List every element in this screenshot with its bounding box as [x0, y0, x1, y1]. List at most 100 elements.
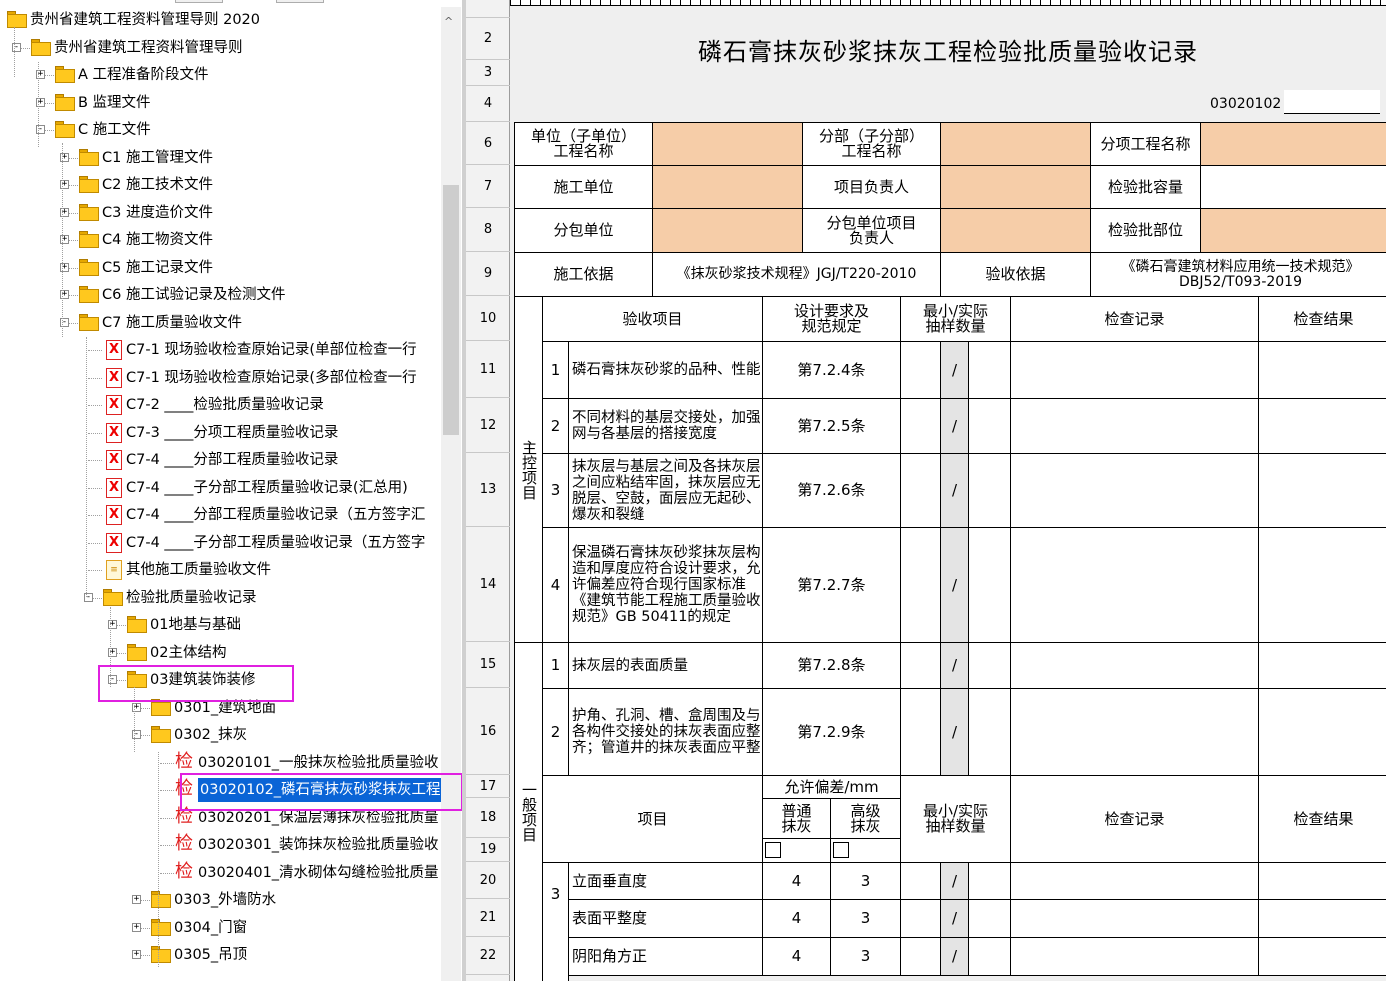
- toolbar-button[interactable]: [175, 0, 223, 3]
- count-cell[interactable]: [968, 341, 1011, 399]
- row-header[interactable]: 9: [466, 252, 510, 296]
- code-cell[interactable]: [1284, 90, 1380, 114]
- result-cell[interactable]: [1258, 937, 1386, 976]
- tree-item[interactable]: ≡ 其他施工质量验收文件: [0, 557, 441, 583]
- tree-item[interactable]: +0304_门窗: [0, 915, 441, 941]
- actual-count-cell[interactable]: /: [940, 862, 969, 900]
- count-cell[interactable]: [968, 642, 1011, 689]
- tree-item[interactable]: + B 监理文件: [0, 90, 441, 116]
- tree-item[interactable]: 检 03020401_清水砌体勾缝检验批质量: [0, 860, 441, 886]
- min-count-cell[interactable]: [900, 899, 941, 938]
- result-cell[interactable]: [1258, 688, 1386, 776]
- record-cell[interactable]: [1010, 642, 1259, 689]
- row-header[interactable]: 8: [466, 208, 510, 252]
- normal-checkbox-cell[interactable]: [762, 838, 831, 863]
- expand-icon[interactable]: +: [132, 895, 141, 904]
- high-checkbox-cell[interactable]: [830, 838, 901, 863]
- row-header[interactable]: 15: [466, 642, 510, 688]
- result-cell[interactable]: [1258, 398, 1386, 454]
- row-header[interactable]: 21: [466, 899, 510, 937]
- batch-location-input[interactable]: [1200, 208, 1386, 253]
- record-cell[interactable]: [1010, 688, 1259, 776]
- count-cell[interactable]: [968, 453, 1011, 528]
- tree-item[interactable]: - 检验批质量验收记录: [0, 585, 441, 611]
- tree-item[interactable]: +01地基与基础: [0, 612, 441, 638]
- scrollbar-thumb[interactable]: [443, 185, 459, 435]
- tree-item[interactable]: - 贵州省建筑工程资料管理导则: [0, 35, 441, 61]
- basis-value[interactable]: 《抹灰砂浆技术规程》JGJ/T220-2010: [652, 252, 941, 297]
- tree-item[interactable]: X C7-4 ____分部工程质量验收记录: [0, 447, 441, 473]
- row-header[interactable]: 16: [466, 688, 510, 775]
- tree-item[interactable]: +0305_吊顶: [0, 942, 441, 968]
- tree-item[interactable]: X C7-1 现场验收检查原始记录(单部位检查一行: [0, 337, 441, 363]
- project-lead-input[interactable]: [940, 165, 1091, 209]
- subcontractor-input[interactable]: [652, 208, 803, 253]
- row-header[interactable]: 17: [466, 775, 510, 798]
- row-header[interactable]: 3: [466, 60, 510, 86]
- count-cell[interactable]: [968, 527, 1011, 643]
- tree-item[interactable]: +0303_外墙防水: [0, 887, 441, 913]
- record-cell[interactable]: [1010, 937, 1259, 976]
- row-header[interactable]: 13: [466, 453, 510, 527]
- min-count-cell[interactable]: [900, 688, 941, 776]
- unit-name-input[interactable]: [652, 122, 803, 166]
- record-cell[interactable]: [1010, 527, 1259, 643]
- row-header[interactable]: 7: [466, 165, 510, 208]
- tree-item[interactable]: X C7-4 ____子分部工程质量验收记录(汇总用): [0, 475, 441, 501]
- tree-item[interactable]: X C7-1 现场验收检查原始记录(多部位检查一行: [0, 365, 441, 391]
- row-header[interactable]: 20: [466, 862, 510, 899]
- expand-icon[interactable]: +: [132, 923, 141, 932]
- count-cell[interactable]: [968, 899, 1011, 938]
- row-header[interactable]: 10: [466, 296, 510, 341]
- scroll-up-icon[interactable]: ^: [444, 15, 453, 28]
- tree-item[interactable]: -0302_抹灰: [0, 722, 441, 748]
- normal-checkbox[interactable]: [765, 842, 781, 858]
- min-count-cell[interactable]: [900, 937, 941, 976]
- file-tree[interactable]: -贵州省建筑工程资料管理导则 2020-贵州省建筑工程资料管理导则+A 工程准备…: [0, 7, 441, 981]
- min-count-cell[interactable]: [900, 862, 941, 900]
- tree-item[interactable]: + C1 施工管理文件: [0, 145, 441, 171]
- row-header[interactable]: 11: [466, 341, 510, 398]
- tree-item[interactable]: -贵州省建筑工程资料管理导则 2020: [0, 7, 441, 33]
- result-cell[interactable]: [1258, 642, 1386, 689]
- min-count-cell[interactable]: [900, 398, 941, 454]
- row-header[interactable]: [466, 0, 510, 18]
- item-name-input[interactable]: [1200, 122, 1386, 166]
- row-header[interactable]: 18: [466, 798, 510, 838]
- record-cell[interactable]: [1010, 341, 1259, 399]
- record-cell[interactable]: [1010, 453, 1259, 528]
- tree-item[interactable]: + C4 施工物资文件: [0, 227, 441, 253]
- contractor-input[interactable]: [652, 165, 803, 209]
- row-header[interactable]: 6: [466, 122, 510, 165]
- actual-count-cell[interactable]: /: [940, 527, 969, 643]
- actual-count-cell[interactable]: /: [940, 688, 969, 776]
- tree-item[interactable]: 检 03020301_装饰抹灰检验批质量验收: [0, 832, 441, 858]
- tree-scrollbar[interactable]: ^: [441, 7, 461, 981]
- tree-item[interactable]: + C5 施工记录文件: [0, 255, 441, 281]
- row-header[interactable]: 19: [466, 838, 510, 862]
- count-cell[interactable]: [968, 688, 1011, 776]
- row-header[interactable]: 2: [466, 18, 510, 60]
- high-checkbox[interactable]: [833, 842, 849, 858]
- row-header[interactable]: 12: [466, 398, 510, 453]
- spreadsheet[interactable]: 磷石膏抹灰砂浆抹灰工程检验批质量验收记录 03020102 单位（子单位） 工程…: [510, 0, 1386, 981]
- actual-count-cell[interactable]: /: [940, 899, 969, 938]
- row-header[interactable]: 4: [466, 86, 510, 122]
- record-cell[interactable]: [1010, 899, 1259, 938]
- tree-item[interactable]: + C2 施工技术文件: [0, 172, 441, 198]
- tree-item[interactable]: X C7-3 ____分项工程质量验收记录: [0, 420, 441, 446]
- row-header[interactable]: 14: [466, 527, 510, 642]
- tree-item[interactable]: X C7-2 ____检验批质量验收记录: [0, 392, 441, 418]
- actual-count-cell[interactable]: /: [940, 341, 969, 399]
- tree-item[interactable]: - C7 施工质量验收文件: [0, 310, 441, 336]
- tree-item[interactable]: + C6 施工试验记录及检测文件: [0, 282, 441, 308]
- tree-item[interactable]: + C3 进度造价文件: [0, 200, 441, 226]
- division-name-input[interactable]: [940, 122, 1091, 166]
- min-count-cell[interactable]: [900, 642, 941, 689]
- tree-item[interactable]: X C7-4 ____分部工程质量验收记录（五方签字汇: [0, 502, 441, 528]
- record-cell[interactable]: [1010, 398, 1259, 454]
- tree-item[interactable]: + A 工程准备阶段文件: [0, 62, 441, 88]
- tree-item[interactable]: X C7-4 ____子分部工程质量验收记录（五方签字: [0, 530, 441, 556]
- actual-count-cell[interactable]: /: [940, 398, 969, 454]
- tree-item[interactable]: +02主体结构: [0, 640, 441, 666]
